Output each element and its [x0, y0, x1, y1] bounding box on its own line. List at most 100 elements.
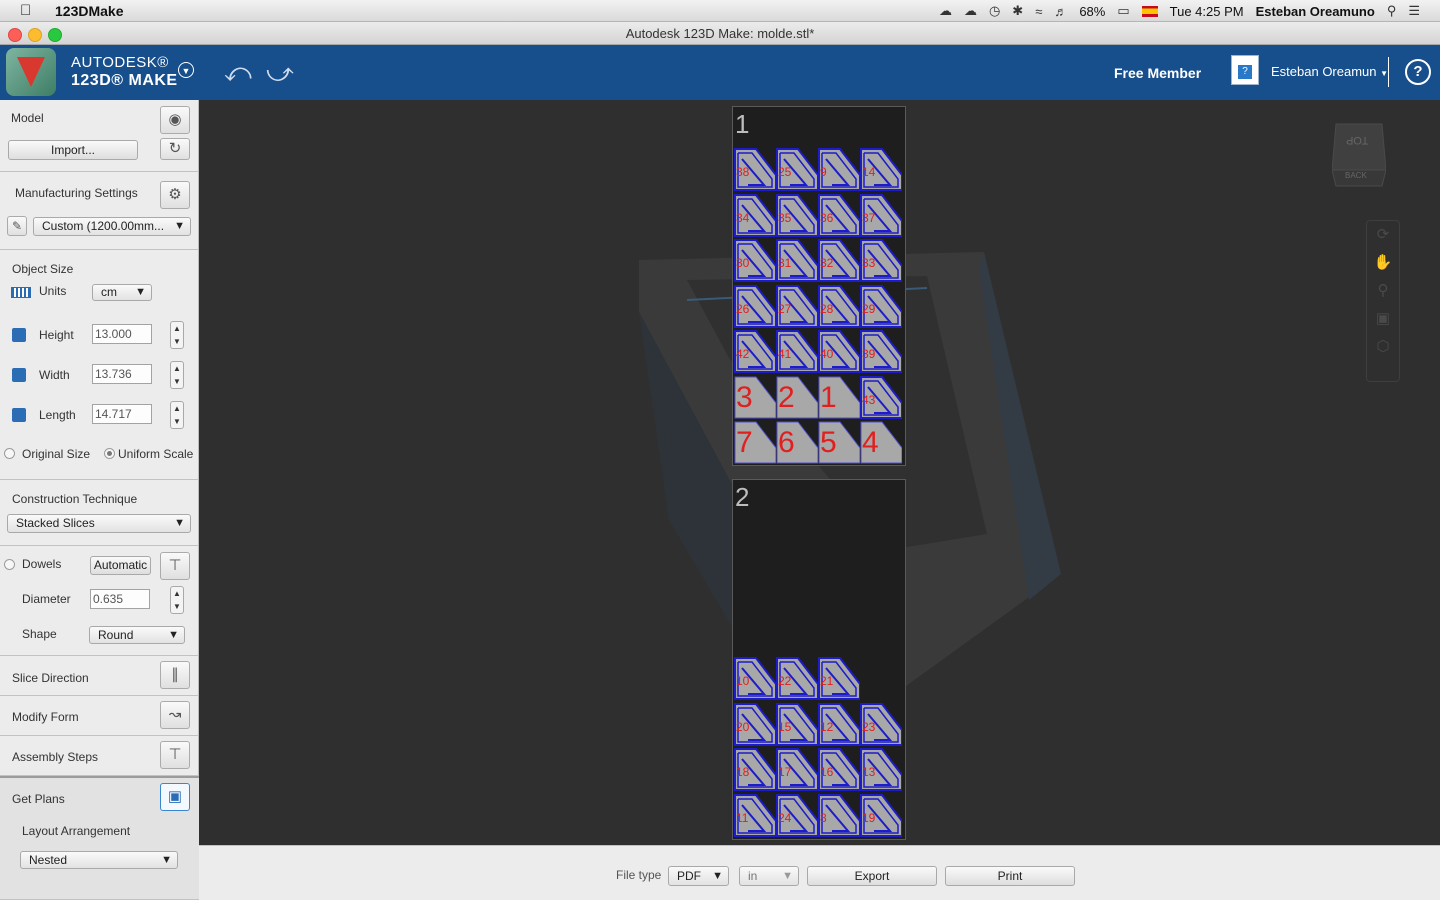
- membership-label[interactable]: Free Member: [1114, 65, 1201, 81]
- user-menu[interactable]: Esteban Oreamun ▼: [1271, 64, 1388, 79]
- apple-menu-icon[interactable]: : [20, 2, 31, 19]
- slice-piece[interactable]: 21: [818, 656, 860, 700]
- dowels-automatic-button[interactable]: Automatic: [90, 556, 151, 575]
- app-menu-chevron-icon[interactable]: ▼: [178, 62, 194, 78]
- slice-piece[interactable]: 34: [734, 193, 776, 237]
- slice-piece[interactable]: 6: [776, 420, 818, 464]
- slice-direction-section[interactable]: Slice Direction ∥: [0, 656, 199, 696]
- original-size-radio[interactable]: [4, 448, 15, 459]
- dowel-shape-select[interactable]: Round ▼: [89, 626, 185, 644]
- slice-piece[interactable]: 2: [776, 375, 818, 419]
- slice-piece[interactable]: 25: [776, 147, 818, 191]
- slice-piece[interactable]: 36: [818, 193, 860, 237]
- slice-piece[interactable]: 28: [818, 284, 860, 328]
- manufacturing-preset-select[interactable]: Custom (1200.00mm... ▼: [33, 217, 191, 236]
- visibility-eye-icon[interactable]: ◉: [160, 106, 190, 134]
- home-view-cube-icon[interactable]: ⬡: [1367, 333, 1399, 361]
- view-cube[interactable]: TOP BACK: [1331, 120, 1387, 188]
- slice-piece[interactable]: 16: [818, 747, 860, 791]
- spotlight-search-icon[interactable]: ⚲: [1387, 3, 1397, 19]
- length-input[interactable]: 14.717: [92, 404, 152, 424]
- menubar-clock[interactable]: Tue 4:25 PM: [1170, 4, 1244, 19]
- minimize-window-icon[interactable]: [28, 28, 42, 42]
- time-machine-icon[interactable]: ◷: [989, 3, 1000, 19]
- slice-piece[interactable]: 43: [860, 375, 902, 419]
- wifi-icon[interactable]: ≈: [1035, 4, 1042, 19]
- slice-piece[interactable]: 20: [734, 702, 776, 746]
- slice-direction-icon[interactable]: ∥: [160, 661, 190, 689]
- layout-sheet-2[interactable]: 2 10 22 21 20 15 12 23 18 17 16 13 11 24 8 19: [732, 479, 906, 840]
- diameter-input[interactable]: 0.635: [90, 589, 150, 609]
- slice-piece[interactable]: 7: [734, 420, 776, 464]
- pan-hand-icon[interactable]: ✋: [1367, 249, 1399, 277]
- slice-piece[interactable]: 18: [734, 747, 776, 791]
- assembly-steps-section[interactable]: Assembly Steps ⊤: [0, 736, 199, 776]
- layout-arrangement-select[interactable]: Nested ▼: [20, 851, 178, 869]
- input-source-flag-icon[interactable]: [1141, 5, 1158, 17]
- slice-piece[interactable]: 11: [734, 793, 776, 837]
- zoom-magnifier-icon[interactable]: ⚲: [1367, 277, 1399, 305]
- slice-piece[interactable]: 17: [776, 747, 818, 791]
- width-input[interactable]: 13.736: [92, 364, 152, 384]
- dowel-placement-icon[interactable]: ⊤: [160, 552, 190, 580]
- slice-piece[interactable]: 10: [734, 656, 776, 700]
- length-stepper[interactable]: ▲ ▼: [170, 401, 184, 429]
- slice-piece[interactable]: 3: [734, 375, 776, 419]
- slice-piece[interactable]: 23: [860, 702, 902, 746]
- slice-piece[interactable]: 4: [860, 420, 902, 464]
- notification-center-icon[interactable]: ☰: [1408, 3, 1420, 19]
- print-button[interactable]: Print: [945, 866, 1075, 886]
- slice-piece[interactable]: 24: [776, 793, 818, 837]
- slice-piece[interactable]: 41: [776, 329, 818, 373]
- export-unit-select[interactable]: in ▼: [739, 866, 799, 886]
- help-icon[interactable]: ?: [1405, 59, 1431, 85]
- export-button[interactable]: Export: [807, 866, 937, 886]
- 3d-viewport[interactable]: 1 38 25 9 14 34 35 36 37 30 31 32 33 26 27 28 29 42 41 40 39…: [199, 100, 1440, 845]
- slice-piece[interactable]: 1: [818, 375, 860, 419]
- slice-piece[interactable]: 27: [776, 284, 818, 328]
- slice-piece[interactable]: 22: [776, 656, 818, 700]
- slice-piece[interactable]: 37: [860, 193, 902, 237]
- menubar-app-name[interactable]: 123DMake: [55, 3, 124, 19]
- uniform-scale-radio[interactable]: [104, 448, 115, 459]
- modify-form-icon[interactable]: ↝: [160, 701, 190, 729]
- slice-piece[interactable]: 40: [818, 329, 860, 373]
- viewcube-back-face[interactable]: BACK: [1345, 171, 1367, 180]
- slice-piece[interactable]: 5: [818, 420, 860, 464]
- slice-piece[interactable]: 38: [734, 147, 776, 191]
- file-type-select[interactable]: PDF ▼: [668, 866, 729, 886]
- battery-icon[interactable]: ▭: [1117, 3, 1129, 19]
- width-stepper[interactable]: ▲ ▼: [170, 361, 184, 389]
- slice-piece[interactable]: 39: [860, 329, 902, 373]
- redo-icon[interactable]: ⤻: [266, 57, 294, 89]
- slice-piece[interactable]: 30: [734, 238, 776, 282]
- refresh-icon[interactable]: ↻: [160, 138, 190, 160]
- menubar-user[interactable]: Esteban Oreamuno: [1256, 4, 1375, 19]
- layout-sheet-1[interactable]: 1 38 25 9 14 34 35 36 37 30 31 32 33 26 27 28 29 42 41 40 39…: [732, 106, 906, 466]
- creative-cloud-icon[interactable]: ☁: [939, 3, 952, 19]
- construction-technique-select[interactable]: Stacked Slices ▼: [7, 514, 191, 533]
- slice-piece[interactable]: 9: [818, 147, 860, 191]
- diameter-stepper[interactable]: ▲ ▼: [170, 586, 184, 614]
- zoom-window-icon[interactable]: [48, 28, 62, 42]
- dowels-radio[interactable]: [4, 559, 15, 570]
- slice-piece[interactable]: 33: [860, 238, 902, 282]
- slice-piece[interactable]: 29: [860, 284, 902, 328]
- import-button[interactable]: Import...: [8, 140, 138, 160]
- slice-piece[interactable]: 31: [776, 238, 818, 282]
- slice-piece[interactable]: 32: [818, 238, 860, 282]
- bluetooth-icon[interactable]: ✱: [1012, 3, 1023, 19]
- get-plans-icon[interactable]: ▣: [160, 783, 190, 811]
- settings-gear-icon[interactable]: ⚙: [160, 181, 190, 209]
- slice-piece[interactable]: 8: [818, 793, 860, 837]
- user-avatar-icon[interactable]: ?: [1231, 55, 1259, 85]
- cloud-sync-icon[interactable]: ☁: [964, 3, 977, 19]
- assembly-steps-icon[interactable]: ⊤: [160, 741, 190, 769]
- height-input[interactable]: 13.000: [92, 324, 152, 344]
- slice-piece[interactable]: 14: [860, 147, 902, 191]
- slice-piece[interactable]: 15: [776, 702, 818, 746]
- slice-piece[interactable]: 42: [734, 329, 776, 373]
- volume-icon[interactable]: ♬: [1054, 4, 1067, 19]
- close-window-icon[interactable]: [8, 28, 22, 42]
- modify-form-section[interactable]: Modify Form ↝: [0, 696, 199, 736]
